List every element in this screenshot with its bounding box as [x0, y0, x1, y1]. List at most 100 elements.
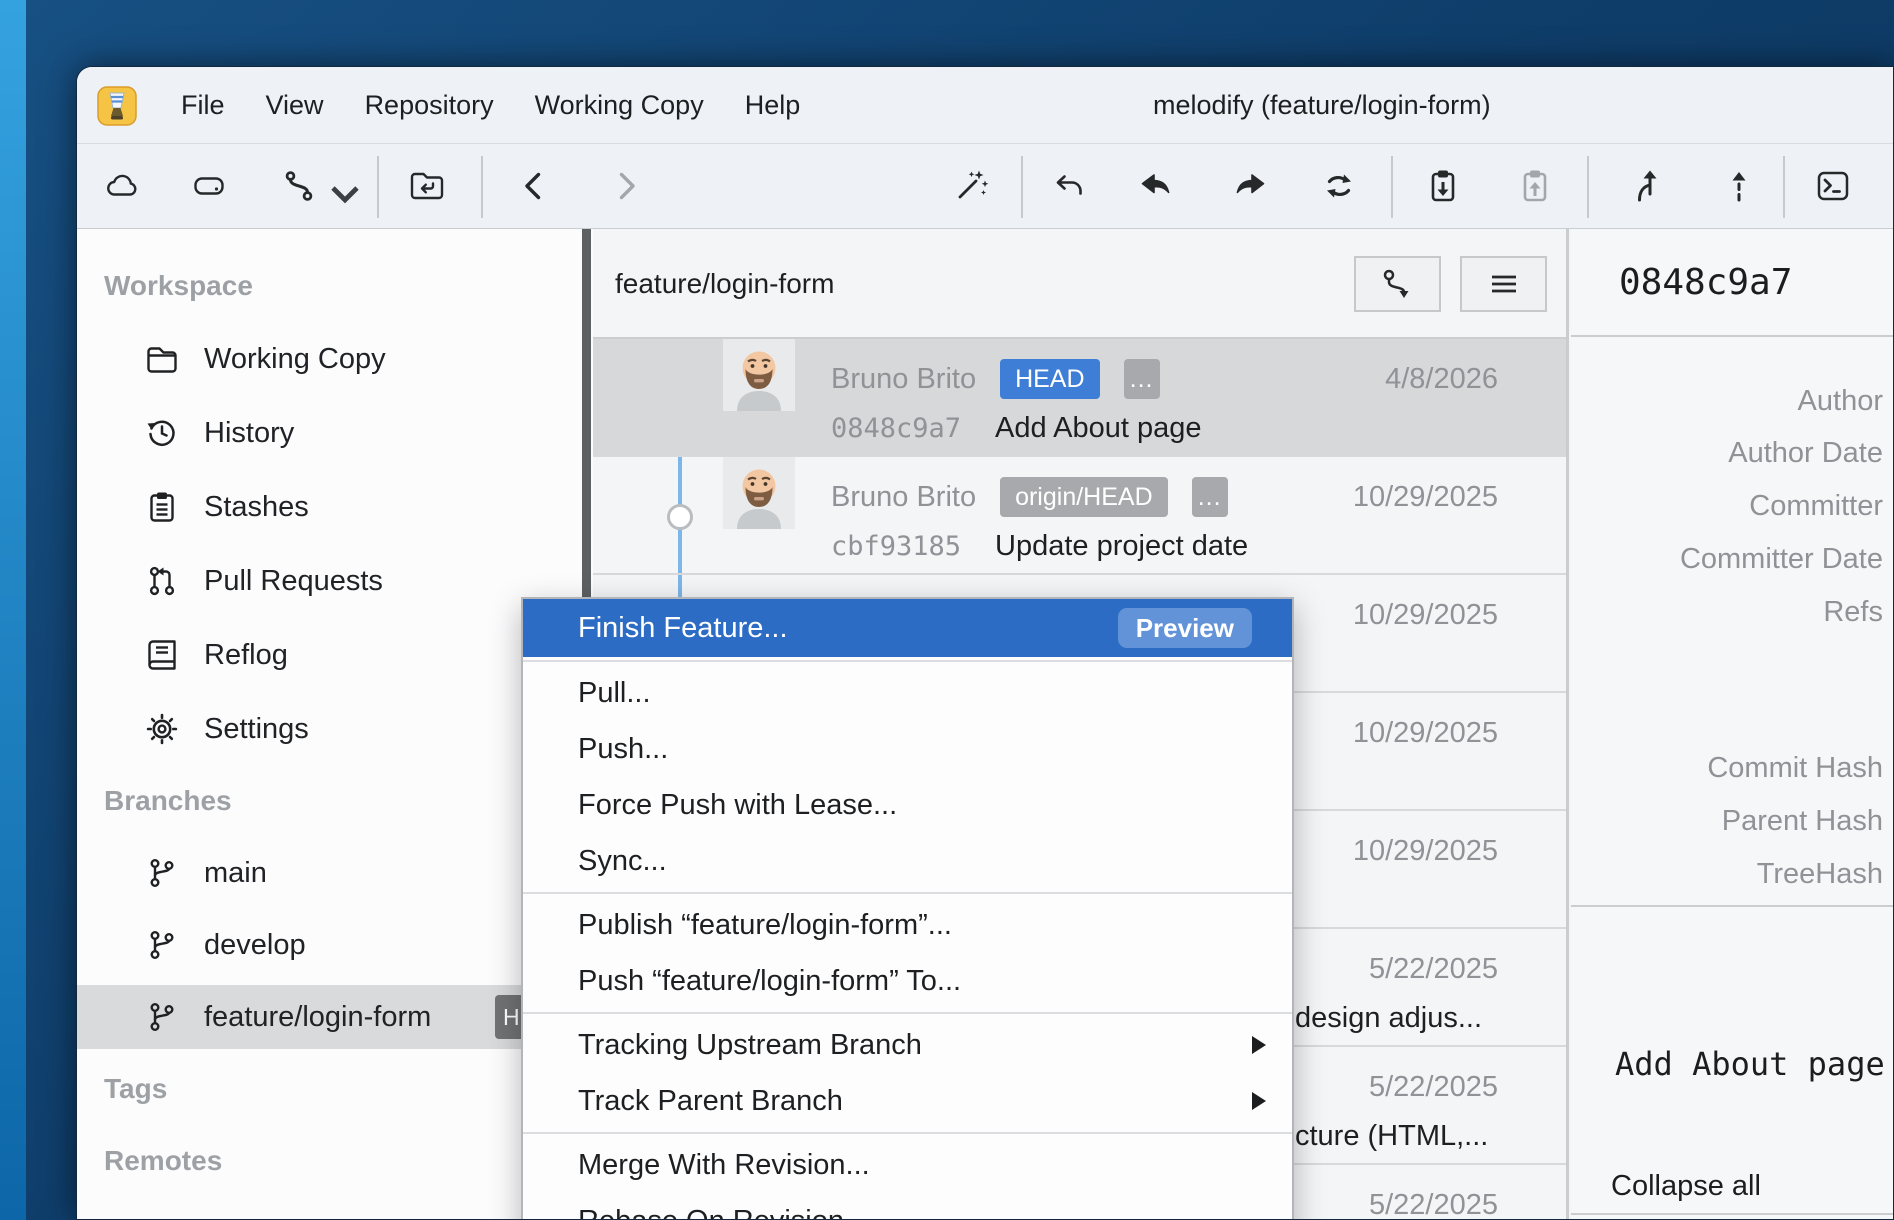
commit-message: Update project date: [995, 530, 1248, 563]
commit-author: Bruno Brito: [831, 363, 976, 396]
branch-icon: [144, 855, 180, 891]
open-repo-icon[interactable]: [407, 166, 447, 206]
pull-icon[interactable]: [1137, 166, 1177, 206]
menu-item-sync[interactable]: Sync...: [523, 833, 1292, 889]
forward-icon[interactable]: [605, 166, 645, 206]
sidebar-item-stashes[interactable]: Stashes: [77, 475, 579, 539]
commit-hash: 0848c9a7: [831, 413, 961, 444]
field-label-author-date: Author Date: [1728, 436, 1883, 470]
toolbar-separator: [377, 156, 379, 218]
terminal-icon[interactable]: [1813, 166, 1853, 206]
preview-badge: Preview: [1118, 608, 1252, 648]
commit-row[interactable]: Bruno Brito origin/HEAD ... cbf93185 Upd…: [593, 457, 1566, 575]
history-icon: [144, 415, 180, 451]
menu-item-track-parent-branch[interactable]: Track Parent Branch: [523, 1073, 1292, 1129]
branch-graph-icon[interactable]: [279, 166, 319, 206]
sidebar-item-label: Working Copy: [204, 327, 386, 391]
sidebar-item-branch-main[interactable]: main: [77, 841, 579, 905]
commit-date: 10/29/2025: [1353, 595, 1498, 635]
stash-icon[interactable]: [1423, 166, 1463, 206]
menu-item-merge-with-revision[interactable]: Merge With Revision...: [523, 1137, 1292, 1193]
menu-separator: [523, 1132, 1292, 1134]
rebase-icon[interactable]: [1719, 166, 1759, 206]
menu-item-pull[interactable]: Pull...: [523, 665, 1292, 721]
branch-icon: [144, 999, 180, 1035]
desktop-accent-strip: [0, 0, 26, 1220]
commit-hash: cbf93185: [831, 531, 961, 562]
push-icon[interactable]: [1229, 166, 1269, 206]
more-refs-badge[interactable]: ...: [1124, 359, 1160, 399]
menu-bar: File View Repository Working Copy Help: [181, 67, 800, 143]
commit-author: Bruno Brito: [831, 481, 976, 514]
menu-item-push[interactable]: Push...: [523, 721, 1292, 777]
menu-item-finish-feature[interactable]: Finish Feature... Preview: [523, 599, 1292, 657]
commit-date: 5/22/2025: [1369, 949, 1498, 989]
field-label-tree-hash: TreeHash: [1757, 857, 1883, 891]
sidebar-item-settings[interactable]: Settings: [77, 697, 579, 761]
sidebar-item-remote[interactable]: [77, 1203, 579, 1220]
menu-item-label: Track Parent Branch: [578, 1085, 843, 1117]
commit-date: 5/22/2025: [1369, 1067, 1498, 1107]
toolbar-separator: [1391, 156, 1393, 218]
back-icon[interactable]: [515, 166, 555, 206]
menu-item-force-push[interactable]: Force Push with Lease...: [523, 777, 1292, 833]
pop-stash-icon[interactable]: [1515, 166, 1555, 206]
menu-view[interactable]: View: [266, 90, 324, 121]
menu-help[interactable]: Help: [745, 90, 801, 121]
menu-item-rebase-on-revision[interactable]: Rebase On Revision...: [523, 1193, 1292, 1220]
field-label-committer: Committer: [1749, 489, 1883, 523]
head-ref-badge: HEAD: [1000, 359, 1099, 399]
sidebar-item-reflog[interactable]: Reflog: [77, 623, 579, 687]
app-icon: [97, 86, 137, 126]
menu-item-label: Finish Feature...: [578, 612, 788, 644]
chevron-down-icon[interactable]: [325, 176, 347, 216]
menu-working-copy[interactable]: Working Copy: [535, 90, 704, 121]
more-refs-badge[interactable]: ...: [1192, 477, 1228, 517]
commit-date: 10/29/2025: [1353, 713, 1498, 753]
menu-item-tracking-upstream-branch[interactable]: Tracking Upstream Branch: [523, 1017, 1292, 1073]
stash-clipboard-icon: [144, 489, 180, 525]
sidebar-item-pull-requests[interactable]: Pull Requests: [77, 549, 579, 613]
collapse-all-button[interactable]: Collapse all: [1611, 1170, 1761, 1203]
submenu-arrow-icon: [1252, 1036, 1266, 1054]
menu-item-publish-branch[interactable]: Publish “feature/login-form”...: [523, 897, 1292, 953]
sidebar-item-label: develop: [204, 913, 306, 977]
sidebar-item-label: Pull Requests: [204, 549, 383, 613]
cloud-icon[interactable]: [101, 166, 141, 206]
fetch-icon[interactable]: [1319, 166, 1359, 206]
reflog-book-icon: [144, 637, 180, 673]
merge-icon[interactable]: [1627, 166, 1667, 206]
sidebar-item-branch-develop[interactable]: develop: [77, 913, 579, 977]
commit-date: 10/29/2025: [1353, 477, 1498, 517]
origin-head-badge: origin/HEAD: [1000, 477, 1168, 517]
titlebar: File View Repository Working Copy Help m…: [77, 67, 1893, 143]
menu-repository[interactable]: Repository: [365, 90, 494, 121]
commit-message: design adjus...: [1295, 999, 1482, 1037]
branch-icon: [144, 927, 180, 963]
field-label-parent-hash: Parent Hash: [1722, 804, 1883, 838]
commit-date: 4/8/2026: [1385, 359, 1498, 399]
sidebar-item-branch-feature-login-form[interactable]: feature/login-form HEAD: [77, 985, 547, 1049]
sidebar-item-history[interactable]: History: [77, 401, 579, 465]
avatar: [723, 457, 795, 529]
window-title: melodify (feature/login-form): [1153, 67, 1491, 143]
commit-row[interactable]: Bruno Brito HEAD ... 0848c9a7 Add About …: [593, 339, 1566, 457]
list-view-button[interactable]: [1460, 256, 1547, 312]
sidebar-item-label: Reflog: [204, 623, 288, 687]
quick-launch-icon[interactable]: [951, 166, 991, 206]
menu-separator: [523, 660, 1292, 662]
local-repos-icon[interactable]: [189, 166, 229, 206]
sidebar-item-working-copy[interactable]: Working Copy: [77, 327, 579, 391]
menu-item-push-branch-to[interactable]: Push “feature/login-form” To...: [523, 953, 1292, 1009]
app-window: File View Repository Working Copy Help m…: [76, 66, 1894, 1220]
undo-icon[interactable]: [1049, 166, 1089, 206]
pull-request-icon: [144, 563, 180, 599]
section-remotes: Remotes: [104, 1129, 222, 1193]
avatar: [723, 339, 795, 411]
details-commit-message: Add About page: [1615, 1045, 1885, 1083]
menu-file[interactable]: File: [181, 90, 225, 121]
graph-view-button[interactable]: [1354, 256, 1441, 312]
menu-item-label: Tracking Upstream Branch: [578, 1029, 922, 1061]
field-label-author: Author: [1798, 384, 1883, 418]
details-divider: [1571, 1213, 1894, 1215]
